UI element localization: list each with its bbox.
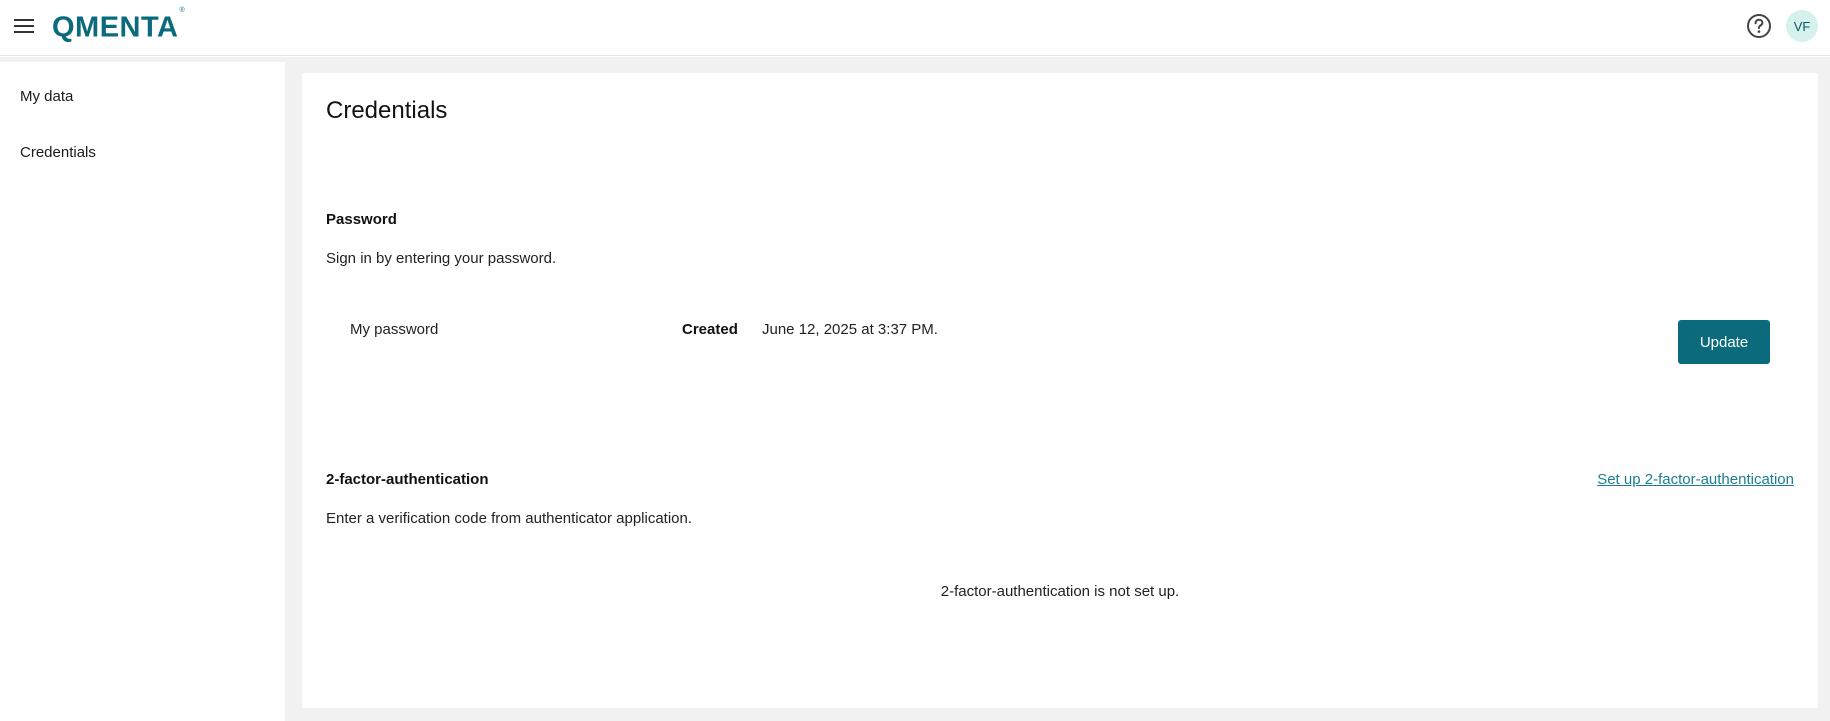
password-name: My password	[350, 321, 439, 338]
sidebar: My data Credentials	[0, 62, 285, 721]
qmenta-logo[interactable]: QMENTA®	[52, 7, 186, 44]
update-password-button[interactable]: Update	[1678, 320, 1770, 364]
hamburger-menu-icon[interactable]	[12, 14, 36, 38]
user-avatar[interactable]: VF	[1786, 10, 1818, 42]
setup-two-factor-link[interactable]: Set up 2-factor-authentication	[1597, 471, 1794, 488]
credentials-panel: Credentials Password Sign in by entering…	[302, 73, 1818, 708]
avatar-initials: VF	[1793, 18, 1811, 34]
page-title: Credentials	[326, 97, 448, 124]
two-factor-section-title: 2-factor-authentication	[326, 471, 489, 488]
password-created-value: June 12, 2025 at 3:37 PM.	[762, 321, 938, 338]
password-section-description: Sign in by entering your password.	[326, 250, 557, 267]
top-bar: QMENTA® VF	[0, 0, 1830, 56]
logo-registered-mark: ®	[179, 7, 186, 14]
two-factor-section-description: Enter a verification code from authentic…	[326, 510, 693, 527]
password-section-title: Password	[326, 211, 397, 228]
password-created-label: Created	[682, 321, 738, 338]
sidebar-item-credentials[interactable]: Credentials	[20, 144, 96, 161]
sidebar-item-my-data[interactable]: My data	[20, 88, 73, 105]
logo-text: QMENTA	[52, 11, 179, 44]
two-factor-status: 2-factor-authentication is not set up.	[940, 583, 1180, 600]
help-circle-icon[interactable]	[1745, 12, 1773, 40]
